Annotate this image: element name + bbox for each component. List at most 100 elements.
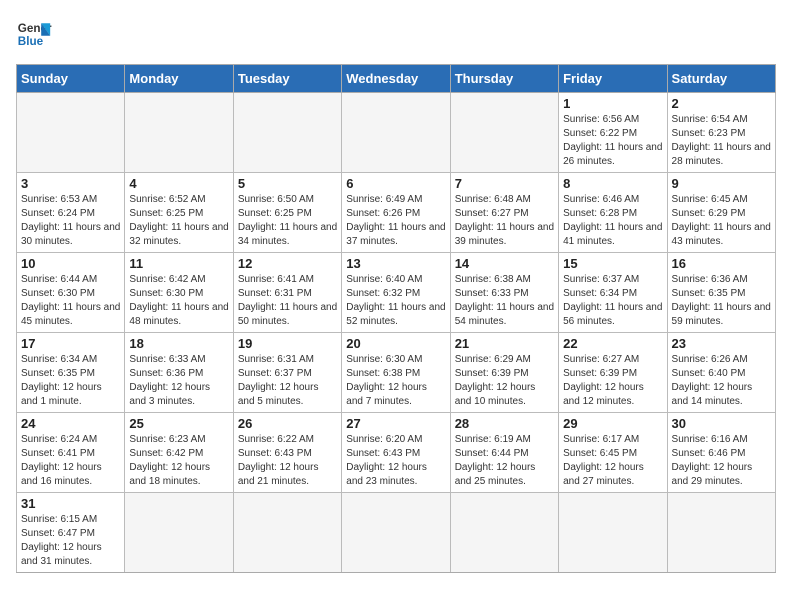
day-info: Sunrise: 6:44 AM Sunset: 6:30 PM Dayligh… xyxy=(21,273,120,329)
calendar-day-cell xyxy=(559,493,667,573)
day-info: Sunrise: 6:46 AM Sunset: 6:28 PM Dayligh… xyxy=(563,193,662,249)
calendar-day-cell: 7 Sunrise: 6:48 AM Sunset: 6:27 PM Daylig… xyxy=(450,173,558,253)
calendar-day-cell xyxy=(17,93,125,173)
svg-text:Blue: Blue xyxy=(18,35,44,48)
day-info: Sunrise: 6:15 AM Sunset: 6:47 PM Dayligh… xyxy=(21,513,120,569)
calendar-day-cell: 2 Sunrise: 6:54 AM Sunset: 6:23 PM Daylig… xyxy=(667,93,775,173)
day-info: Sunrise: 6:27 AM Sunset: 6:39 PM Dayligh… xyxy=(563,353,662,409)
calendar-day-cell: 1 Sunrise: 6:56 AM Sunset: 6:22 PM Daylig… xyxy=(559,93,667,173)
day-info: Sunrise: 6:20 AM Sunset: 6:43 PM Dayligh… xyxy=(346,433,445,489)
day-number: 8 xyxy=(563,176,662,191)
day-number: 18 xyxy=(129,336,228,351)
day-number: 29 xyxy=(563,416,662,431)
calendar-day-cell: 5Sunrise: 6:50 AM Sunset: 6:25 PM Daylig… xyxy=(233,173,341,253)
day-number: 9 xyxy=(672,176,771,191)
day-number: 20 xyxy=(346,336,445,351)
calendar-week-row: 31 Sunrise: 6:15 AM Sunset: 6:47 PM Dayli… xyxy=(17,493,776,573)
day-info: Sunrise: 6:16 AM Sunset: 6:46 PM Dayligh… xyxy=(672,433,771,489)
calendar-day-cell: 4Sunrise: 6:52 AM Sunset: 6:25 PM Daylig… xyxy=(125,173,233,253)
calendar-week-row: 24Sunrise: 6:24 AM Sunset: 6:41 PM Dayli… xyxy=(17,413,776,493)
day-number: 31 xyxy=(21,496,120,511)
day-number: 4 xyxy=(129,176,228,191)
day-number: 22 xyxy=(563,336,662,351)
calendar-day-cell: 21 Sunrise: 6:29 AM Sunset: 6:39 PM Dayli… xyxy=(450,333,558,413)
day-info: Sunrise: 6:17 AM Sunset: 6:45 PM Dayligh… xyxy=(563,433,662,489)
calendar-day-cell: 31 Sunrise: 6:15 AM Sunset: 6:47 PM Dayli… xyxy=(17,493,125,573)
day-number: 26 xyxy=(238,416,337,431)
calendar-day-cell: 17Sunrise: 6:34 AM Sunset: 6:35 PM Dayli… xyxy=(17,333,125,413)
calendar-day-cell: 20 Sunrise: 6:30 AM Sunset: 6:38 PM Dayli… xyxy=(342,333,450,413)
calendar-day-cell: 14 Sunrise: 6:38 AM Sunset: 6:33 PM Dayli… xyxy=(450,253,558,333)
day-info: Sunrise: 6:36 AM Sunset: 6:35 PM Dayligh… xyxy=(672,273,771,329)
day-info: Sunrise: 6:45 AM Sunset: 6:29 PM Dayligh… xyxy=(672,193,771,249)
day-number: 27 xyxy=(346,416,445,431)
calendar-day-cell: 10 Sunrise: 6:44 AM Sunset: 6:30 PM Dayli… xyxy=(17,253,125,333)
calendar-week-row: 17Sunrise: 6:34 AM Sunset: 6:35 PM Dayli… xyxy=(17,333,776,413)
day-number: 6 xyxy=(346,176,445,191)
day-number: 28 xyxy=(455,416,554,431)
day-info: Sunrise: 6:26 AM Sunset: 6:40 PM Dayligh… xyxy=(672,353,771,409)
weekday-header-sunday: Sunday xyxy=(17,65,125,93)
calendar-day-cell: 29 Sunrise: 6:17 AM Sunset: 6:45 PM Dayli… xyxy=(559,413,667,493)
calendar-day-cell: 9 Sunrise: 6:45 AM Sunset: 6:29 PM Daylig… xyxy=(667,173,775,253)
day-info: Sunrise: 6:22 AM Sunset: 6:43 PM Dayligh… xyxy=(238,433,337,489)
weekday-header-wednesday: Wednesday xyxy=(342,65,450,93)
calendar-day-cell: 12Sunrise: 6:41 AM Sunset: 6:31 PM Dayli… xyxy=(233,253,341,333)
logo: General Blue xyxy=(16,16,52,52)
calendar-day-cell xyxy=(233,93,341,173)
day-number: 15 xyxy=(563,256,662,271)
day-info: Sunrise: 6:50 AM Sunset: 6:25 PM Dayligh… xyxy=(238,193,337,249)
day-info: Sunrise: 6:33 AM Sunset: 6:36 PM Dayligh… xyxy=(129,353,228,409)
calendar-day-cell: 28 Sunrise: 6:19 AM Sunset: 6:44 PM Dayli… xyxy=(450,413,558,493)
day-number: 3 xyxy=(21,176,120,191)
calendar-day-cell: 6 Sunrise: 6:49 AM Sunset: 6:26 PM Daylig… xyxy=(342,173,450,253)
weekday-header-friday: Friday xyxy=(559,65,667,93)
calendar-day-cell xyxy=(125,493,233,573)
page-header: General Blue xyxy=(16,16,776,52)
day-info: Sunrise: 6:40 AM Sunset: 6:32 PM Dayligh… xyxy=(346,273,445,329)
day-number: 10 xyxy=(21,256,120,271)
day-number: 17 xyxy=(21,336,120,351)
day-number: 19 xyxy=(238,336,337,351)
weekday-header-saturday: Saturday xyxy=(667,65,775,93)
day-info: Sunrise: 6:31 AM Sunset: 6:37 PM Dayligh… xyxy=(238,353,337,409)
calendar-day-cell xyxy=(342,93,450,173)
day-info: Sunrise: 6:54 AM Sunset: 6:23 PM Dayligh… xyxy=(672,113,771,169)
day-number: 25 xyxy=(129,416,228,431)
day-info: Sunrise: 6:53 AM Sunset: 6:24 PM Dayligh… xyxy=(21,193,120,249)
day-info: Sunrise: 6:48 AM Sunset: 6:27 PM Dayligh… xyxy=(455,193,554,249)
day-info: Sunrise: 6:29 AM Sunset: 6:39 PM Dayligh… xyxy=(455,353,554,409)
day-info: Sunrise: 6:42 AM Sunset: 6:30 PM Dayligh… xyxy=(129,273,228,329)
calendar-day-cell: 15 Sunrise: 6:37 AM Sunset: 6:34 PM Dayli… xyxy=(559,253,667,333)
day-number: 14 xyxy=(455,256,554,271)
calendar-day-cell: 18 Sunrise: 6:33 AM Sunset: 6:36 PM Dayli… xyxy=(125,333,233,413)
calendar-day-cell: 16Sunrise: 6:36 AM Sunset: 6:35 PM Dayli… xyxy=(667,253,775,333)
calendar-day-cell: 13Sunrise: 6:40 AM Sunset: 6:32 PM Dayli… xyxy=(342,253,450,333)
day-info: Sunrise: 6:49 AM Sunset: 6:26 PM Dayligh… xyxy=(346,193,445,249)
calendar-day-cell xyxy=(342,493,450,573)
day-info: Sunrise: 6:37 AM Sunset: 6:34 PM Dayligh… xyxy=(563,273,662,329)
weekday-header-thursday: Thursday xyxy=(450,65,558,93)
weekday-header-monday: Monday xyxy=(125,65,233,93)
calendar-day-cell: 26 Sunrise: 6:22 AM Sunset: 6:43 PM Dayli… xyxy=(233,413,341,493)
calendar-day-cell xyxy=(450,93,558,173)
calendar-day-cell xyxy=(233,493,341,573)
calendar-day-cell: 22 Sunrise: 6:27 AM Sunset: 6:39 PM Dayli… xyxy=(559,333,667,413)
calendar-day-cell: 8 Sunrise: 6:46 AM Sunset: 6:28 PM Daylig… xyxy=(559,173,667,253)
calendar-day-cell xyxy=(125,93,233,173)
calendar-day-cell xyxy=(667,493,775,573)
day-number: 2 xyxy=(672,96,771,111)
day-info: Sunrise: 6:56 AM Sunset: 6:22 PM Dayligh… xyxy=(563,113,662,169)
calendar-day-cell: 19 Sunrise: 6:31 AM Sunset: 6:37 PM Dayli… xyxy=(233,333,341,413)
day-number: 1 xyxy=(563,96,662,111)
calendar-day-cell: 23Sunrise: 6:26 AM Sunset: 6:40 PM Dayli… xyxy=(667,333,775,413)
day-number: 7 xyxy=(455,176,554,191)
day-info: Sunrise: 6:38 AM Sunset: 6:33 PM Dayligh… xyxy=(455,273,554,329)
day-info: Sunrise: 6:19 AM Sunset: 6:44 PM Dayligh… xyxy=(455,433,554,489)
generalblue-logo-icon: General Blue xyxy=(16,16,52,52)
calendar-day-cell xyxy=(450,493,558,573)
day-number: 21 xyxy=(455,336,554,351)
weekday-header-tuesday: Tuesday xyxy=(233,65,341,93)
day-info: Sunrise: 6:30 AM Sunset: 6:38 PM Dayligh… xyxy=(346,353,445,409)
day-number: 24 xyxy=(21,416,120,431)
